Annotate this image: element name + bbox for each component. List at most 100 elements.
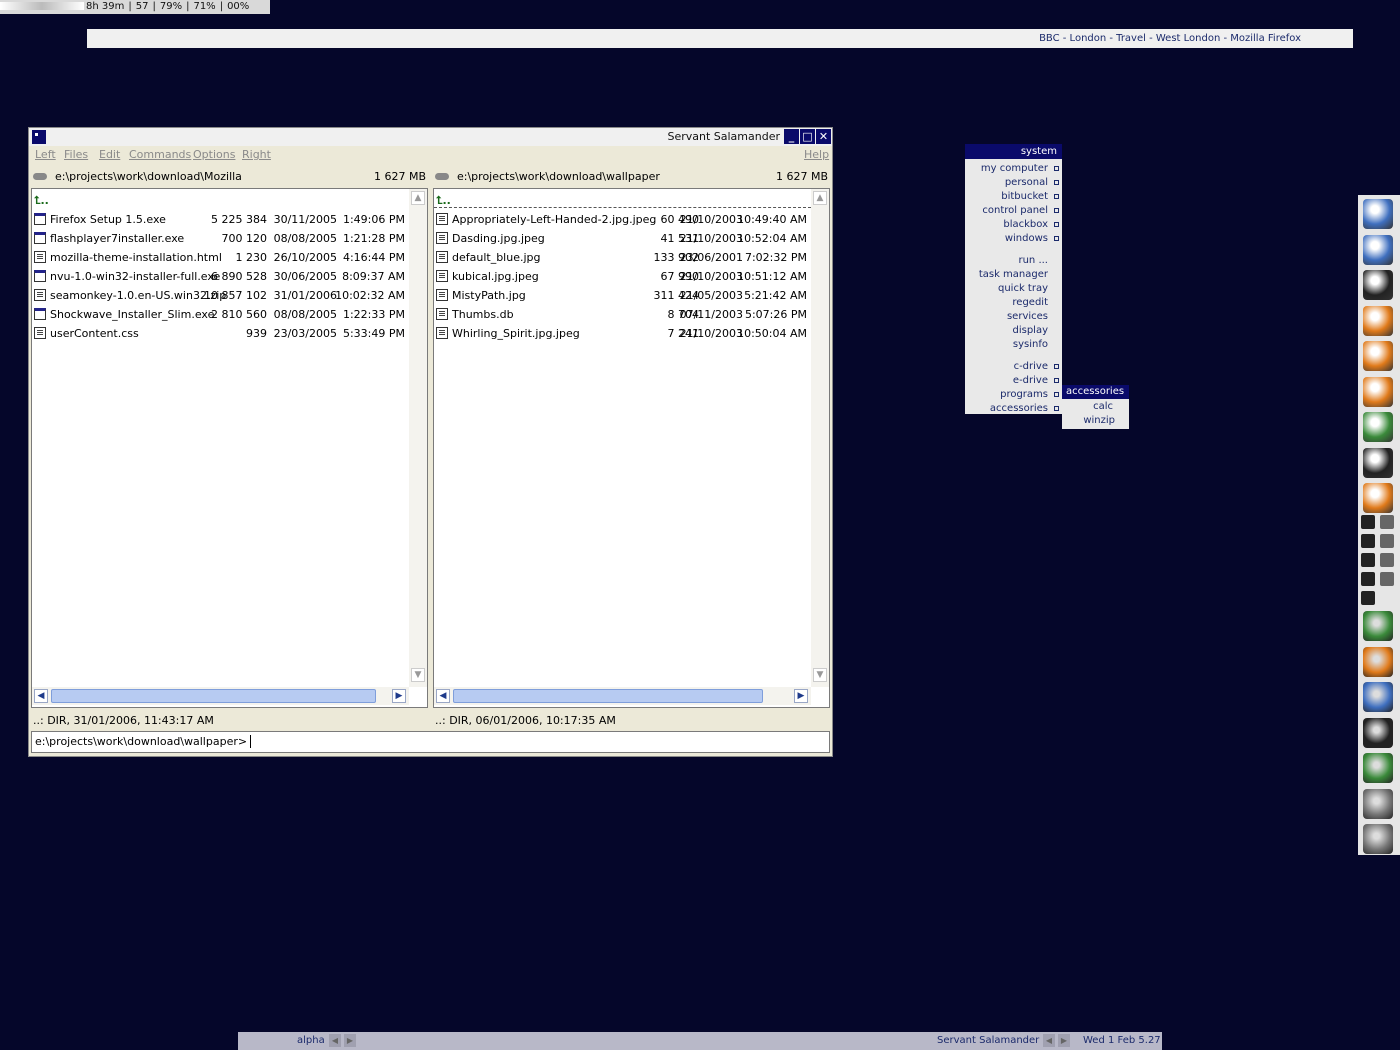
menu-item-regedit[interactable]: regedit xyxy=(1012,296,1048,310)
keyboard-icon[interactable] xyxy=(1380,534,1394,548)
parent-dir-row[interactable]: ⮤.. xyxy=(34,191,49,210)
menu-title[interactable]: system xyxy=(965,144,1062,159)
left-file-panel[interactable]: ⮤.. ▲ ▼ ◀ ▶ Firefox Setup 1.5.exe 5 225 3… xyxy=(31,188,428,708)
file-row[interactable]: Whirling_Spirit.jpg.jpeg 7 241 21/10/2003 1… xyxy=(434,324,811,343)
task-next-button[interactable]: ▶ xyxy=(1058,1034,1070,1047)
file-row[interactable]: Appropriately-Left-Handed-2.jpg.jpeg 60 4… xyxy=(434,210,811,229)
close-button[interactable]: ✕ xyxy=(816,129,831,144)
scroll-right-arrow[interactable]: ▶ xyxy=(794,689,808,703)
minimize-button[interactable]: _ xyxy=(784,129,799,144)
mouse-icon[interactable] xyxy=(1361,515,1375,529)
shield-icon[interactable] xyxy=(1380,553,1394,567)
scroll-up-arrow[interactable]: ▲ xyxy=(813,191,827,205)
workspace-prev-button[interactable]: ◀ xyxy=(329,1034,341,1047)
workspace-next-button[interactable]: ▶ xyxy=(344,1034,356,1047)
workspace-name[interactable]: alpha xyxy=(297,1032,325,1050)
left-path-bar[interactable]: e:\projects\work\download\Mozilla 1 627 … xyxy=(31,168,426,186)
horizontal-scrollbar[interactable]: ◀ ▶ xyxy=(434,687,811,705)
shield-v-icon[interactable] xyxy=(1361,572,1375,586)
menu-item-e-drive[interactable]: e-drive xyxy=(1013,374,1048,388)
scroll-down-arrow[interactable]: ▼ xyxy=(411,668,425,682)
menu-item-services[interactable]: services xyxy=(1007,310,1048,324)
menu-item-c-drive[interactable]: c-drive xyxy=(1014,360,1048,374)
file-row[interactable]: seamonkey-1.0.en-US.win32.zip 10 857 102 3… xyxy=(32,286,409,305)
menu-left[interactable]: Left xyxy=(35,146,56,164)
menu-item-blackbox[interactable]: blackbox xyxy=(1003,218,1048,232)
pen-icon[interactable] xyxy=(1361,591,1375,605)
file-row[interactable]: default_blue.jpg 133 902 23/06/2001 7:02:32… xyxy=(434,248,811,267)
file-row[interactable]: Dasding.jpg.jpeg 41 531 21/10/2003 10:52:04… xyxy=(434,229,811,248)
window-menu-icon[interactable] xyxy=(32,130,46,144)
maximize-button[interactable]: □ xyxy=(800,129,815,144)
calculator-icon[interactable] xyxy=(1363,753,1393,783)
menu-item-windows[interactable]: windows xyxy=(1005,232,1048,246)
horizontal-scrollbar[interactable]: ◀ ▶ xyxy=(32,687,409,705)
window-title-bar[interactable]: Servant Salamander _ □ ✕ xyxy=(29,128,832,146)
scroll-down-arrow[interactable]: ▼ xyxy=(813,668,827,682)
active-task[interactable]: Servant Salamander xyxy=(937,1032,1039,1050)
menu-item-my-computer[interactable]: my computer xyxy=(981,162,1048,176)
gimp-2-icon[interactable] xyxy=(1363,824,1393,854)
menu-item-run[interactable]: run ... xyxy=(1018,254,1048,268)
computer-icon[interactable] xyxy=(1363,234,1393,265)
scroll-up-arrow[interactable]: ▲ xyxy=(411,191,425,205)
n-icon[interactable] xyxy=(1361,534,1375,548)
file-row[interactable]: kubical.jpg.jpeg 67 990 21/10/2003 10:51:12… xyxy=(434,267,811,286)
console-icon[interactable] xyxy=(1363,447,1393,478)
menu-files[interactable]: Files xyxy=(64,146,88,164)
vc-icon[interactable] xyxy=(1361,553,1375,567)
round-icon[interactable] xyxy=(1380,572,1394,586)
submenu-title[interactable]: accessories xyxy=(1062,385,1129,399)
disc-icon[interactable] xyxy=(1380,515,1394,529)
file-row[interactable]: flashplayer7installer.exe 700 120 08/08/20… xyxy=(32,229,409,248)
terminal-icon[interactable] xyxy=(1363,270,1393,300)
scroll-left-arrow[interactable]: ◀ xyxy=(34,689,48,703)
menu-commands[interactable]: Commands xyxy=(129,146,191,164)
scroll-right-arrow[interactable]: ▶ xyxy=(392,689,406,703)
menu-item-display[interactable]: display xyxy=(1012,324,1048,338)
file-row[interactable]: mozilla-theme-installation.html 1 230 26/1… xyxy=(32,248,409,267)
menu-options[interactable]: Options xyxy=(193,146,235,164)
submenu-item-calc[interactable]: calc xyxy=(1093,400,1113,414)
firefox-window-title[interactable]: BBC - London - Travel - West London - Mo… xyxy=(87,29,1353,48)
submenu-item-winzip[interactable]: winzip xyxy=(1083,414,1115,428)
command-line-input[interactable]: e:\projects\work\download\wallpaper> xyxy=(31,731,830,753)
drive-icon[interactable] xyxy=(33,173,47,180)
clock-icon[interactable] xyxy=(1363,341,1393,371)
eclipse-icon[interactable] xyxy=(1363,682,1393,712)
star-globe-icon[interactable] xyxy=(1363,483,1393,513)
scroll-thumb[interactable] xyxy=(51,689,376,703)
menu-item-sysinfo[interactable]: sysinfo xyxy=(1013,338,1048,352)
right-file-panel[interactable]: ⮤.. ▲ ▼ ◀ ▶ Appropriately-Left-Handed-2.… xyxy=(433,188,830,708)
menu-item-quick-tray[interactable]: quick tray xyxy=(998,282,1048,296)
star-icon[interactable] xyxy=(1363,376,1393,407)
file-row[interactable]: Shockwave_Installer_Slim.exe 2 810 560 08/… xyxy=(32,305,409,324)
network-icon[interactable] xyxy=(1363,199,1393,229)
right-path-bar[interactable]: e:\projects\work\download\wallpaper 1 62… xyxy=(433,168,828,186)
menu-edit[interactable]: Edit xyxy=(99,146,120,164)
scroll-thumb[interactable] xyxy=(453,689,763,703)
parent-dir-row[interactable]: ⮤.. xyxy=(436,191,451,210)
file-row[interactable]: Thumbs.db 8 704 07/11/2003 5:07:26 PM xyxy=(434,305,811,324)
menu-item-accessories[interactable]: accessories xyxy=(990,402,1048,416)
windows-update-icon[interactable] xyxy=(1363,412,1393,442)
vertical-scrollbar[interactable]: ▲ ▼ xyxy=(409,189,427,687)
firefox-icon[interactable] xyxy=(1363,646,1393,677)
drive-icon[interactable] xyxy=(435,173,449,180)
file-row[interactable]: MistyPath.jpg 311 424 21/05/2003 5:21:42 AM xyxy=(434,286,811,305)
file-row[interactable]: nvu-1.0-win32-installer-full.exe 6 890 52… xyxy=(32,267,409,286)
folder-icon[interactable] xyxy=(1363,305,1393,336)
menu-item-task-manager[interactable]: task manager xyxy=(979,268,1048,282)
file-row[interactable]: userContent.css 939 23/03/2005 5:33:49 PM xyxy=(32,324,409,343)
file-row[interactable]: Firefox Setup 1.5.exe 5 225 384 30/11/2005… xyxy=(32,210,409,229)
menu-item-bitbucket[interactable]: bitbucket xyxy=(1001,190,1048,204)
chat-icon[interactable] xyxy=(1363,611,1393,641)
menu-help[interactable]: Help xyxy=(804,146,829,164)
menu-item-personal[interactable]: personal xyxy=(1005,176,1048,190)
vertical-scrollbar[interactable]: ▲ ▼ xyxy=(811,189,829,687)
menu-item-control-panel[interactable]: control panel xyxy=(982,204,1048,218)
menu-item-programs[interactable]: programs xyxy=(1000,388,1048,402)
menu-right[interactable]: Right xyxy=(242,146,271,164)
task-prev-button[interactable]: ◀ xyxy=(1043,1034,1055,1047)
gimp-icon[interactable] xyxy=(1363,788,1393,819)
